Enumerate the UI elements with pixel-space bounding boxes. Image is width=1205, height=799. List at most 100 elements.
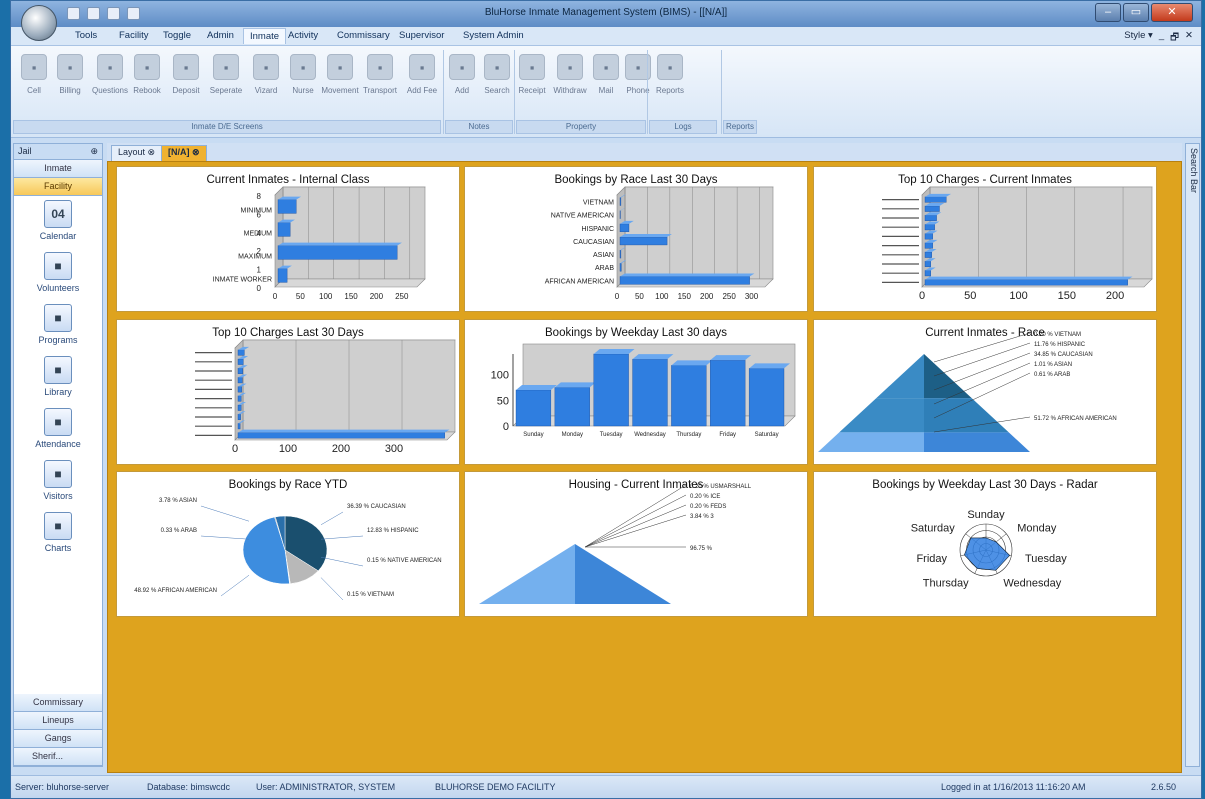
menu-activity[interactable]: Activity xyxy=(288,30,318,41)
menu-toggle[interactable]: Toggle xyxy=(163,30,191,41)
chart-panel-5[interactable]: Current Inmates - Race 0.20 % VIETNAM 11.7… xyxy=(813,319,1157,465)
ribbon-reports-button[interactable]: ▪ Reports xyxy=(651,52,689,118)
maximize-button[interactable]: ▭ xyxy=(1123,3,1149,22)
print-icon[interactable] xyxy=(87,7,100,20)
sidebar-nav-sheriff[interactable]: Sherif... xyxy=(14,748,102,766)
chart-y-tick: 2 xyxy=(257,247,262,256)
close-button[interactable]: ✕ xyxy=(1151,3,1193,22)
tab-layout[interactable]: Layout ⊗ xyxy=(111,145,163,161)
ribbon-button-label: Add xyxy=(454,86,470,95)
ribbon-movement-button[interactable]: ▪ Movement xyxy=(321,52,359,118)
ribbon-rebook-button[interactable]: ▪ Rebook xyxy=(128,52,166,118)
sidebar-item-attendance[interactable]: ■ Attendance xyxy=(14,404,102,456)
settings-icon[interactable] xyxy=(127,7,140,20)
sidebar-item-programs[interactable]: ■ Programs xyxy=(14,300,102,352)
pyramid-label: 11.76 % HISPANIC xyxy=(1034,342,1086,348)
sidebar-item-library[interactable]: ■ Library xyxy=(14,352,102,404)
chart-bar xyxy=(924,251,932,258)
chart-bar xyxy=(924,279,1128,286)
status-user: User: ADMINISTRATOR, SYSTEM xyxy=(256,782,396,792)
chart-panel-6[interactable]: Bookings by Race YTD 3.78 % ASIAN 0.33 % A… xyxy=(116,471,460,617)
chart-back-wall xyxy=(282,186,426,280)
chart-bar xyxy=(237,386,242,393)
style-label: Style xyxy=(1124,30,1146,41)
sidebar-item-label: Library xyxy=(44,387,72,397)
chart-bar xyxy=(632,358,668,427)
sidebar-item-volunteers[interactable]: ■ Volunteers xyxy=(14,248,102,300)
tab-na[interactable]: [N/A] ⊗ xyxy=(161,145,207,161)
chart-bar-top xyxy=(554,382,596,388)
ribbon-cell-button[interactable]: ▪ Cell xyxy=(15,52,53,118)
chart-category-label: CAUCASIAN xyxy=(573,239,614,246)
mdi-restore-icon[interactable]: 🗗 xyxy=(1170,30,1179,46)
menu-inmate[interactable]: Inmate xyxy=(243,28,287,44)
ribbon-withdraw-button[interactable]: ▪ Withdraw xyxy=(551,52,589,118)
sidebar-item-charts[interactable]: ■ Charts xyxy=(14,508,102,560)
ribbon-group-1[interactable]: Notes xyxy=(445,120,513,134)
chart-bar xyxy=(237,368,243,374)
ribbon-billing-button[interactable]: ▪ Billing xyxy=(51,52,89,118)
chart-panel-2[interactable]: Top 10 Charges - Current Inmates 0 50 100 15… xyxy=(813,166,1157,312)
minimize-button[interactable]: – xyxy=(1095,3,1121,22)
ribbon-group-4[interactable]: Reports xyxy=(723,120,757,134)
pie-leader-line xyxy=(320,556,364,567)
pin-icon[interactable]: ⊕ xyxy=(90,146,98,157)
mdi-minimize-icon[interactable]: _ xyxy=(1159,30,1164,46)
ribbon-transport-button[interactable]: ▪ Transport xyxy=(361,52,399,118)
chart-category-label: Saturday xyxy=(755,432,779,438)
mdi-close-icon[interactable]: ✕ xyxy=(1185,30,1193,46)
menu-system-admin[interactable]: System Admin xyxy=(463,30,524,41)
chart-panel-1[interactable]: Bookings by Race Last 30 Days 0 50 100 150 20… xyxy=(464,166,808,312)
refresh-icon[interactable] xyxy=(107,7,120,20)
chart-panel-4[interactable]: Bookings by Weekday Last 30 days 100 50 0 Su… xyxy=(464,319,808,465)
ribbon-seperate-button[interactable]: ▪ Seperate xyxy=(207,52,245,118)
ribbon-button-label: Receipt xyxy=(518,86,546,95)
ribbon-group-3[interactable]: Logs xyxy=(649,120,717,134)
ribbon-questions-button[interactable]: ▪ Questions xyxy=(91,52,129,118)
chart-panel-7[interactable]: Housing - Current Inmates 0.20 % USMARSHA… xyxy=(464,471,808,617)
ribbon-separator xyxy=(721,50,722,134)
sidebar-nav-facility[interactable]: Facility xyxy=(14,178,102,196)
menu-supervisor[interactable]: Supervisor xyxy=(399,30,444,41)
sidebar-nav-inmate[interactable]: Inmate xyxy=(14,160,102,178)
ribbon-receipt-button[interactable]: ▪ Receipt xyxy=(513,52,551,118)
menu-tools[interactable]: Tools xyxy=(75,30,97,41)
save-icon[interactable] xyxy=(67,7,80,20)
sidebar-nav-lineups[interactable]: Lineups xyxy=(14,712,102,730)
style-dropdown[interactable]: Style ▾ xyxy=(1124,30,1153,46)
menu-commissary[interactable]: Commissary xyxy=(337,30,390,41)
pyramid-label: 51.72 % AFRICAN AMERICAN xyxy=(1034,416,1117,422)
sidebar-nav-gangs[interactable]: Gangs xyxy=(14,730,102,748)
chart-panel-3[interactable]: Top 10 Charges Last 30 Days 0 100 200 300 xyxy=(116,319,460,465)
chart-bar xyxy=(924,215,937,221)
chart-panel-0[interactable]: Current Inmates - Internal Class 0 50 100 15… xyxy=(116,166,460,312)
pie-leader-line xyxy=(320,535,364,540)
pyramid-face-right xyxy=(924,432,1030,452)
search-bar-panel[interactable]: Search Bar xyxy=(1185,143,1200,767)
title-bar[interactable]: BluHorse Inmate Management System (BIMS)… xyxy=(11,1,1201,27)
tab-close-icon[interactable]: ⊗ xyxy=(148,147,156,157)
ribbon-group-2[interactable]: Property xyxy=(516,120,646,134)
sidebar-item-visitors[interactable]: ■ Visitors xyxy=(14,456,102,508)
chart-panel-8[interactable]: Bookings by Weekday Last 30 Days - Radar… xyxy=(813,471,1157,617)
ribbon-group-0[interactable]: Inmate D/E Screens xyxy=(13,120,441,134)
tab-close-icon[interactable]: ⊗ xyxy=(192,147,200,157)
chart-bar xyxy=(237,414,241,420)
ribbon-nurse-button[interactable]: ▪ Nurse xyxy=(284,52,322,118)
sidebar-title: Jail xyxy=(18,146,32,156)
chart-bar xyxy=(924,261,931,267)
ribbon-add-fee-button[interactable]: ▪ Add Fee xyxy=(403,52,441,118)
ribbon-button-label: Withdraw xyxy=(553,86,587,95)
ribbon-vizard-button[interactable]: ▪ Vizard xyxy=(247,52,285,118)
sidebar-nav-commissary[interactable]: Commissary xyxy=(14,694,102,712)
ribbon-button-label: Movement xyxy=(321,86,359,95)
ribbon-search-button[interactable]: ▪ Search xyxy=(478,52,516,118)
ribbon-deposit-button[interactable]: ▪ Deposit xyxy=(167,52,205,118)
chart-tick-label: 200 xyxy=(700,292,714,301)
chart-tick-label: 150 xyxy=(344,292,358,301)
ribbon-add-button[interactable]: ▪ Add xyxy=(443,52,481,118)
sidebar-item-calendar[interactable]: 04 Calendar xyxy=(14,196,102,248)
menu-admin[interactable]: Admin xyxy=(207,30,234,41)
application-menu-orb[interactable] xyxy=(21,5,57,41)
menu-facility[interactable]: Facility xyxy=(119,30,149,41)
